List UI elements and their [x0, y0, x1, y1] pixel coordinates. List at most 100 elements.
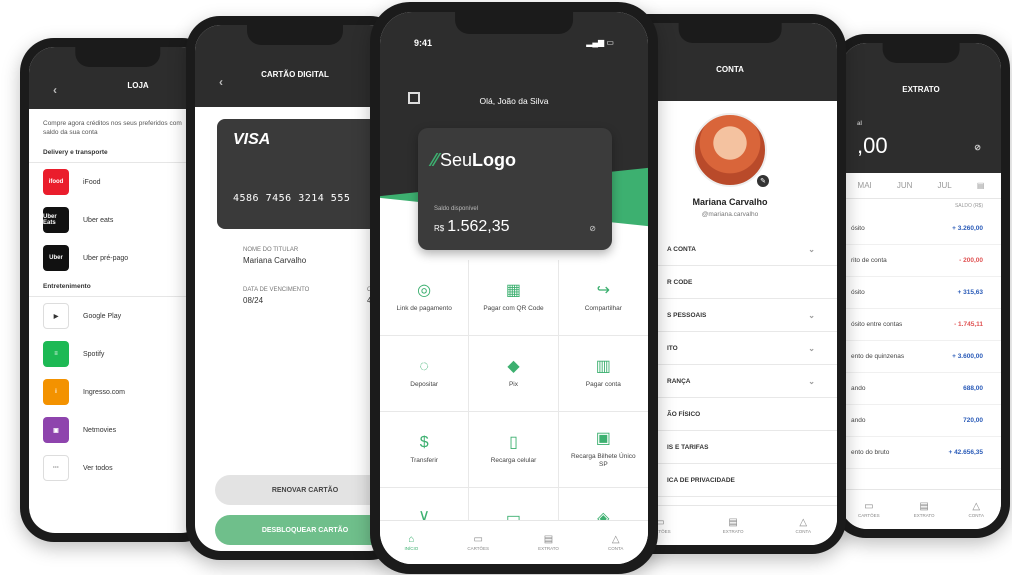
- statement-row[interactable]: ósito + 315,63: [841, 277, 1001, 309]
- loja-screen: ‹ LOJA Compre agora créditos nos seus pr…: [29, 47, 207, 533]
- action-piggy-bank[interactable]: ◌ Depositar: [380, 336, 470, 412]
- statement-label: ósito entre contas: [851, 321, 903, 328]
- action-label: Depositar: [410, 380, 439, 388]
- tab-extrato[interactable]: ▤ EXTRATO: [538, 534, 559, 551]
- list-item[interactable]: ··· Ver todos: [29, 449, 207, 487]
- action-ticket[interactable]: ▣ Recarga Bilhete Único SP: [558, 412, 648, 488]
- list-item[interactable]: Uber Uber pré-pago: [29, 239, 207, 277]
- ingresso-icon: i: [43, 379, 69, 406]
- list-item[interactable]: ifood iFood: [29, 163, 207, 201]
- statement-row[interactable]: ento do bruto + 42.656,35: [841, 437, 1001, 469]
- statement-row[interactable]: ósito + 3.260,00: [841, 213, 1001, 245]
- back-arrow-icon[interactable]: ‹: [219, 75, 223, 89]
- statement-row[interactable]: ósito entre contas - 1.745,11: [841, 309, 1001, 341]
- statement-row[interactable]: ando 720,00: [841, 405, 1001, 437]
- action-money-bag[interactable]: $ Transferir: [380, 412, 470, 488]
- share-icon: ↪: [596, 281, 611, 299]
- month-tab[interactable]: JUL: [938, 181, 952, 190]
- extrato-balance: ,00: [857, 133, 888, 158]
- spotify-icon: ≡: [43, 341, 69, 368]
- action-label: Recarga Bilhete Único SP: [570, 452, 636, 468]
- netmovies-icon: ▣: [43, 417, 69, 444]
- month-tab[interactable]: JUN: [897, 181, 913, 190]
- payment-link-icon: ◎: [417, 281, 432, 299]
- pix-icon: ◆: [507, 357, 520, 375]
- action-barcode[interactable]: ▥ Pagar conta: [558, 336, 648, 412]
- tab-cartões[interactable]: ▭ CARTÕES: [858, 501, 880, 518]
- menu-item-label: R CODE: [667, 278, 693, 286]
- statement-value: - 200,00: [959, 257, 983, 264]
- tab-cartões[interactable]: ▭ CARTÕES: [467, 534, 489, 551]
- tab-label: CONTA: [968, 513, 984, 518]
- chevron-down-icon: ⌄: [808, 244, 815, 254]
- tab-conta[interactable]: △ CONTA: [969, 501, 984, 518]
- credit-card[interactable]: VISA 4586 7456 3214 555: [217, 119, 387, 229]
- month-tab[interactable]: MAI: [858, 181, 872, 190]
- renew-card-button[interactable]: RENOVAR CARTÃO: [215, 475, 395, 505]
- list-item[interactable]: ▣ Netmovies: [29, 411, 207, 449]
- edit-photo-icon[interactable]: ✎: [755, 173, 771, 189]
- notch: [882, 43, 960, 63]
- phone-icon: ▯: [509, 433, 518, 451]
- action-share[interactable]: ↪ Compartilhar: [558, 260, 648, 336]
- section-entertainment: Entretenimento: [29, 277, 207, 298]
- list-item-label: Ver todos: [83, 464, 113, 472]
- ticket-icon: ▣: [595, 429, 611, 447]
- action-phone[interactable]: ▯ Recarga celular: [469, 412, 559, 488]
- menu-item-label: ÃO FÍSICO: [667, 410, 701, 418]
- statement-icon: ▤: [728, 517, 738, 528]
- calendar-icon[interactable]: ▤: [977, 181, 985, 190]
- unlock-card-button[interactable]: DESBLOQUEAR CARTÃO: [215, 515, 395, 545]
- statement-value: 720,00: [963, 417, 983, 424]
- notch: [75, 47, 161, 67]
- tab-label: INÍCIO: [404, 546, 419, 551]
- tab-início[interactable]: ⌂ INÍCIO: [405, 534, 419, 551]
- balance-value-wrap: R$ 1.562,35: [434, 218, 510, 236]
- section-delivery: Delivery e transporte: [29, 143, 207, 164]
- statement-value: 688,00: [963, 385, 983, 392]
- statement-icon: ▤: [543, 534, 554, 545]
- action-payment-link[interactable]: ◎ Link de pagamento: [380, 260, 470, 336]
- tab-label: CARTÕES: [858, 513, 880, 518]
- tab-extrato[interactable]: ▤ EXTRATO: [723, 517, 744, 534]
- expiry-value: 08/24: [243, 296, 264, 305]
- list-item[interactable]: ▶ Google Play: [29, 297, 207, 335]
- menu-item-label: RANÇA: [667, 377, 691, 385]
- tab-label: CONTA: [608, 546, 624, 551]
- holder-value: Mariana Carvalho: [243, 256, 307, 265]
- statement-icon: ▤: [919, 501, 929, 512]
- statement-row[interactable]: rito de conta - 200,00: [841, 245, 1001, 277]
- hide-balance-icon[interactable]: ⊘: [589, 224, 596, 233]
- statement-row[interactable]: ento de quinzenas + 3.600,00: [841, 341, 1001, 373]
- chevron-down-icon: ⌄: [808, 343, 815, 353]
- tab-conta[interactable]: △ CONTA: [796, 517, 811, 534]
- list-item-label: Spotify: [83, 350, 105, 358]
- action-label: Transferir: [410, 456, 438, 464]
- statement-label: ento do bruto: [851, 449, 890, 456]
- balance-card[interactable]: ⁄⁄ SeuLogo Saldo disponível R$ 1.562,35 ⊘: [418, 128, 612, 250]
- tab-extrato[interactable]: ▤ EXTRATO: [914, 501, 935, 518]
- action-pix[interactable]: ◆ Pix: [469, 336, 559, 412]
- extrato-balance-label: al: [857, 121, 863, 127]
- notch: [247, 25, 343, 45]
- extrato-title: EXTRATO: [902, 85, 940, 94]
- list-item[interactable]: ≡ Spotify: [29, 335, 207, 373]
- expiry-label: DATA DE VENCIMENTO: [243, 287, 310, 293]
- back-arrow-icon[interactable]: ‹: [53, 83, 57, 97]
- action-qr-code[interactable]: ▦ Pagar com QR Code: [469, 260, 559, 336]
- statement-value: + 3.600,00: [952, 353, 983, 360]
- list-item-label: Ingresso.com: [83, 388, 126, 396]
- tab-conta[interactable]: △ CONTA: [608, 534, 623, 551]
- list-item[interactable]: Uber Eats Uber eats: [29, 201, 207, 239]
- statement-label: ando: [851, 385, 866, 392]
- balance-currency: R$: [434, 224, 445, 233]
- chevron-down-icon: ⌄: [808, 310, 815, 320]
- action-label: Pagar conta: [585, 380, 621, 388]
- list-item-label: Uber eats: [83, 216, 114, 224]
- statement-label: ando: [851, 417, 866, 424]
- list-item[interactable]: i Ingresso.com: [29, 373, 207, 411]
- balance-label: Saldo disponível: [434, 206, 479, 212]
- hide-balance-icon[interactable]: ⊘: [974, 143, 981, 152]
- card-icon: ▭: [473, 534, 483, 545]
- statement-row[interactable]: ando 688,00: [841, 373, 1001, 405]
